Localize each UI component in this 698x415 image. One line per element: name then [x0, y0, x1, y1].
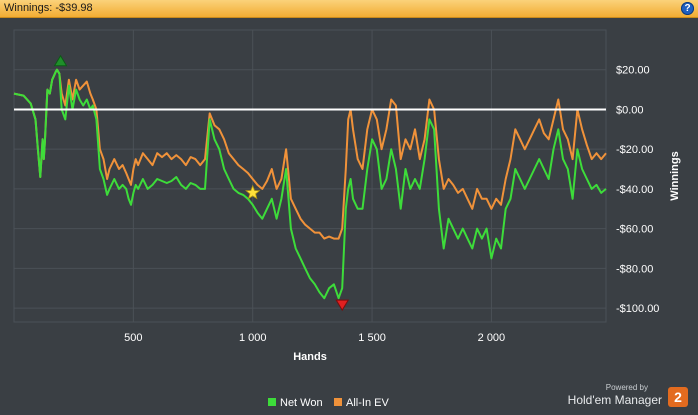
brand-logo-icon: 2: [668, 387, 688, 407]
y-tick-label-1: $0.00: [616, 104, 644, 116]
x-axis-title: Hands: [293, 351, 327, 363]
chart-legend: Net Won All-In EV: [268, 397, 389, 409]
powered-by-label: Powered by: [605, 383, 648, 392]
x-tick-label-3: 2 000: [478, 332, 506, 344]
brand-block: Powered by Hold'em Manager 2: [548, 383, 688, 409]
y-tick-label-5: -$80.00: [616, 263, 653, 275]
brand-name: Hold'em Manager: [567, 393, 662, 407]
y-axis-title: Winnings: [669, 151, 681, 200]
x-tick-label-0: 500: [124, 332, 142, 344]
legend-swatch-0: [268, 398, 276, 406]
legend-swatch-1: [334, 398, 342, 406]
y-tick-label-4: -$60.00: [616, 224, 653, 236]
x-tick-label-1: 1 000: [239, 332, 267, 344]
y-tick-label-6: -$100.00: [616, 303, 659, 315]
legend-label-1: All-In EV: [346, 397, 389, 409]
legend-label-0: Net Won: [280, 397, 323, 409]
y-tick-label-2: -$20.00: [616, 144, 653, 156]
x-tick-label-2: 1 500: [358, 332, 386, 344]
y-tick-label-3: -$40.00: [616, 184, 653, 196]
y-tick-label-0: $20.00: [616, 65, 650, 77]
winnings-chart: $20.00 $0.00 -$20.00 -$40.00 -$60.00 -$80.00 -…: [13, 29, 681, 409]
